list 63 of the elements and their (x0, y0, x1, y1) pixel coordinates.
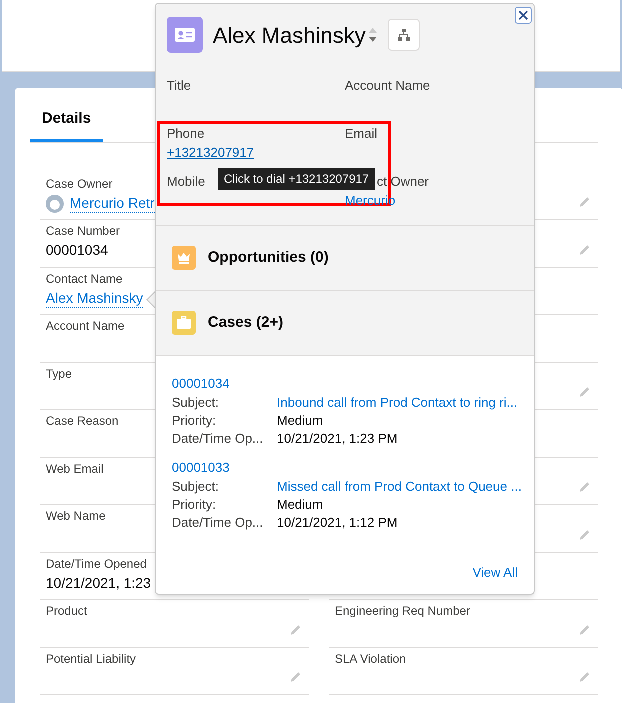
case-field-label: Subject: (172, 394, 220, 412)
pencil-icon[interactable] (578, 480, 592, 494)
case-field-value: Medium (277, 412, 324, 430)
field-label: Email (345, 125, 378, 143)
field-link[interactable]: +13213207917 (167, 143, 254, 162)
case-field-label: Subject: (172, 478, 220, 496)
contact-card-icon (167, 17, 203, 53)
field-label: ct Owner (377, 173, 430, 191)
field-label: Product (46, 603, 88, 619)
tab[interactable]: Details (30, 108, 104, 142)
field-value: 10/21/2021, 1:23 (46, 574, 152, 592)
field-label: Title (167, 77, 192, 95)
pencil-icon[interactable] (578, 528, 592, 542)
avatar-icon (46, 194, 64, 212)
case-number-link[interactable]: 00001034 (172, 374, 230, 394)
pencil-icon[interactable] (578, 242, 592, 256)
view-all-link[interactable]: View All (472, 562, 518, 582)
hierarchy-icon (398, 29, 410, 41)
close-icon (518, 10, 529, 21)
case-field-label: Priority: (172, 412, 218, 430)
case-number-link[interactable]: 00001033 (172, 458, 230, 478)
pencil-icon[interactable] (289, 622, 303, 636)
field-label: Type (46, 366, 72, 382)
field-label: Web Name (46, 508, 106, 524)
field-value: 00001034 (46, 242, 108, 259)
field-label: Engineering Req Number (335, 603, 470, 619)
field-label: Potential Liability (46, 650, 136, 666)
field-label: SLA Violation (335, 650, 406, 666)
pencil-icon[interactable] (289, 670, 303, 684)
case-field-label: Date/Time Op... (172, 514, 264, 532)
tooltip: Click to dial +13213207917 (218, 168, 376, 190)
case-field-value: 10/21/2021, 1:12 PM (277, 514, 398, 532)
close-button[interactable] (515, 7, 532, 24)
case-subject-link[interactable]: Missed call from Prod Contaxt to Queue ... (277, 478, 522, 496)
field-link[interactable]: Alex Mashinsky (46, 290, 144, 308)
section-title: Opportunities (0) (208, 248, 329, 268)
pencil-icon[interactable] (578, 622, 592, 636)
field-label: Mobile (167, 173, 206, 191)
case-field-value: Medium (277, 496, 324, 514)
pencil-icon[interactable] (578, 385, 592, 399)
hierarchy-button[interactable] (388, 19, 420, 51)
field-label: Case Number (46, 223, 120, 239)
contact-name: Alex Mashinsky (213, 22, 366, 50)
field-label: Account Name (46, 318, 125, 334)
pencil-icon[interactable] (578, 195, 592, 209)
field-label: Case Owner (46, 176, 113, 192)
sort-arrows-icon[interactable] (368, 26, 378, 44)
section-title: Cases (2+) (208, 312, 284, 333)
pencil-icon[interactable] (578, 670, 592, 684)
field-label: Phone (167, 125, 205, 143)
section-header[interactable]: Cases (2+) (156, 290, 534, 355)
case-field-value: 10/21/2021, 1:23 PM (277, 430, 398, 448)
case-subject-link[interactable]: Inbound call from Prod Contaxt to ring ri... (277, 394, 518, 412)
field-label: Case Reason (46, 413, 119, 429)
case-field-label: Priority: (172, 496, 218, 514)
field-label: Web Email (46, 460, 104, 476)
field-label: Contact Name (46, 270, 123, 286)
field-label: Account Name (345, 77, 430, 95)
crown-icon (172, 246, 196, 270)
field-label: Date/Time Opened (46, 556, 147, 572)
case-field-label: Date/Time Op... (172, 430, 264, 448)
section-header[interactable]: Opportunities (0) (156, 225, 534, 290)
briefcase-icon (172, 311, 196, 335)
